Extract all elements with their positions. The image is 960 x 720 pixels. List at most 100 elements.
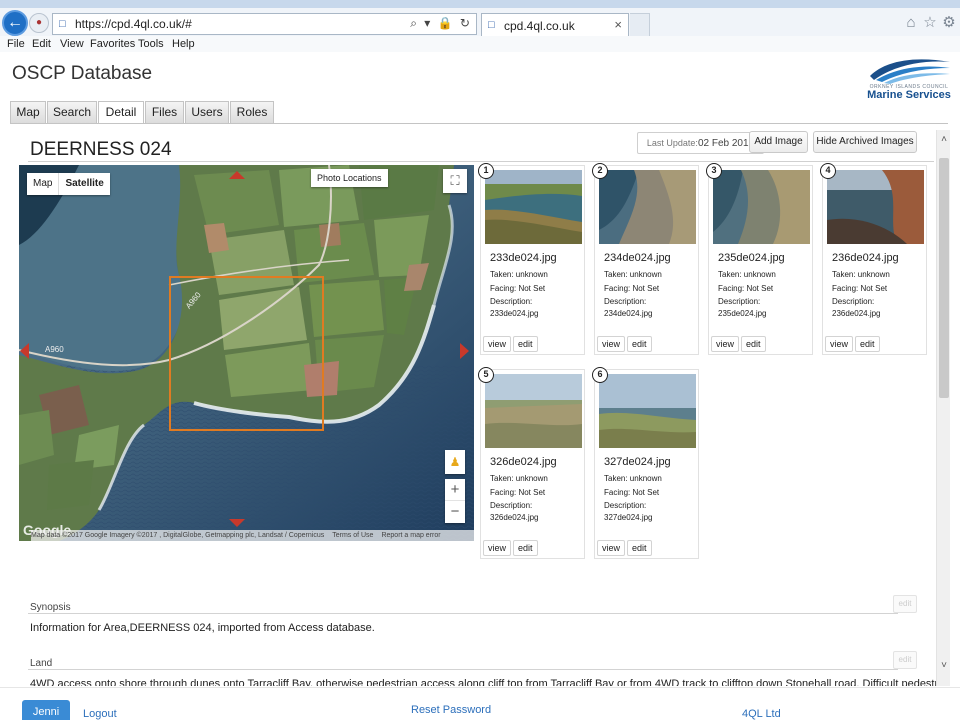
photo-filename: 326de024.jpg [490,456,557,468]
photo-thumbnail-image [599,170,696,244]
photo-taken: Taken: unknown [490,270,548,279]
photo-card: 2 234de024.jpg Taken: unknown Facing: No… [592,163,699,355]
menu-favorites[interactable]: Favorites [90,38,135,50]
tab-detail[interactable]: Detail [98,101,144,124]
scrollbar-thumb[interactable] [939,158,949,398]
page-icon: □ [59,18,66,30]
menu-tools[interactable]: Tools [138,38,164,50]
photo-description: 234de024.jpg [604,309,653,318]
area-title: DEERNESS 024 [30,139,172,160]
company-link[interactable]: 4QL Ltd [742,708,781,720]
photo-number: 1 [478,163,494,179]
view-button[interactable]: view [711,336,740,352]
view-button[interactable]: view [483,540,512,556]
gear-icon[interactable]: ⚙ [940,14,958,32]
view-button[interactable]: view [825,336,854,352]
tab-users[interactable]: Users [185,101,229,123]
photo-description-label: Description: [832,297,875,306]
tab-search[interactable]: Search [47,101,97,123]
last-update-badge: Last Update:02 Feb 2016 [637,132,764,154]
marine-services-logo: ORKNEY ISLANDS COUNCIL Marine Services [866,54,952,102]
view-button[interactable]: view [597,540,626,556]
tab-map[interactable]: Map [10,101,46,123]
last-update-value: 02 Feb 2016 [697,138,755,149]
photo-thumbnail[interactable] [599,170,696,244]
terms-of-use-link[interactable]: Terms of Use [332,532,373,539]
street-view-button[interactable]: ♟ [445,450,465,474]
road-label-a960-west: A960 [45,345,64,354]
detail-panel: DEERNESS 024 Last Update:02 Feb 2016 Add… [18,124,936,686]
zoom-out-button[interactable]: − [445,501,465,523]
back-button[interactable]: ← [2,10,28,36]
map-type-map[interactable]: Map [27,173,58,195]
photo-facing: Facing: Not Set [490,284,546,293]
browser-tab[interactable]: □ cpd.4ql.co.uk × [481,13,629,37]
user-button[interactable]: Jenni [22,700,70,720]
photo-thumbnail[interactable] [713,170,810,244]
close-icon[interactable]: × [614,17,622,32]
menu-help[interactable]: Help [172,38,195,50]
home-icon[interactable]: ⌂ [902,14,920,32]
tab-roles[interactable]: Roles [230,101,274,123]
photo-description: 236de024.jpg [832,309,881,318]
site-icon: ● [35,17,43,28]
view-button[interactable]: view [597,336,626,352]
tab-files[interactable]: Files [145,101,184,123]
window-titlebar [0,0,960,8]
edit-button[interactable]: edit [627,336,652,352]
photo-facing: Facing: Not Set [718,284,774,293]
photo-thumbnail[interactable] [485,170,582,244]
new-tab-button[interactable] [630,13,650,37]
fullscreen-button[interactable]: ⛶ [443,169,467,193]
photo-taken: Taken: unknown [490,474,548,483]
synopsis-text: Information for Area,DEERNESS 024, impor… [30,622,375,634]
photo-filename: 236de024.jpg [832,252,899,264]
edit-button[interactable]: edit [513,540,538,556]
chevron-up-icon[interactable]: ˄ [938,134,950,146]
last-update-label: Last Update: [646,138,698,148]
land-label: Land [30,658,53,669]
map-type-satellite[interactable]: Satellite [58,173,109,195]
hide-archived-button[interactable]: Hide Archived Images [813,131,917,153]
photo-thumbnail-image [713,170,810,244]
photo-description-label: Description: [490,501,533,510]
address-url[interactable]: https://cpd.4ql.co.uk/# [75,17,192,31]
footer: Jenni Logout Reset Password 4QL Ltd [0,687,960,720]
title-divider [28,161,934,162]
edit-button[interactable]: edit [513,336,538,352]
photo-card: 6 327de024.jpg Taken: unknown Facing: No… [592,367,699,559]
content-scrollbar[interactable]: ˄ ˅ [936,130,950,686]
address-tools[interactable]: ⌕ ▾ 🔒 ↻ [410,16,472,31]
menu-file[interactable]: File [7,38,25,50]
land-edit-button[interactable]: edit [893,651,917,669]
photo-thumbnail-image [827,170,924,244]
report-map-error-link[interactable]: Report a map error [381,532,440,539]
menu-view[interactable]: View [60,38,84,50]
menu-edit[interactable]: Edit [32,38,51,50]
forward-button[interactable]: ● [29,13,49,33]
photo-number: 3 [706,163,722,179]
photo-thumbnail[interactable] [599,374,696,448]
photo-thumbnail[interactable] [827,170,924,244]
photo-filename: 234de024.jpg [604,252,671,264]
photo-locations-button[interactable]: Photo Locations [311,169,388,187]
address-bar[interactable]: □ https://cpd.4ql.co.uk/# ⌕ ▾ 🔒 ↻ [52,13,477,35]
synopsis-edit-button[interactable]: edit [893,595,917,613]
photo-facing: Facing: Not Set [490,488,546,497]
edit-button[interactable]: edit [627,540,652,556]
edit-button[interactable]: edit [741,336,766,352]
edit-button[interactable]: edit [855,336,880,352]
land-divider [28,669,898,670]
photo-description: 233de024.jpg [490,309,539,318]
view-button[interactable]: view [483,336,512,352]
photo-card: 1 233de024.jpg Taken: unknown Facing: No… [478,163,585,355]
photo-thumbnail[interactable] [485,374,582,448]
add-image-button[interactable]: Add Image [749,131,808,153]
zoom-in-button[interactable]: + [445,479,465,501]
logout-link[interactable]: Logout [83,708,117,720]
page-icon: □ [488,19,495,31]
chevron-down-icon[interactable]: ˅ [938,660,950,672]
satellite-map[interactable]: A960 A960 Map Satellite Photo Locations ⛶… [19,165,474,541]
star-icon[interactable]: ☆ [921,14,939,32]
reset-password-link[interactable]: Reset Password [411,704,491,716]
